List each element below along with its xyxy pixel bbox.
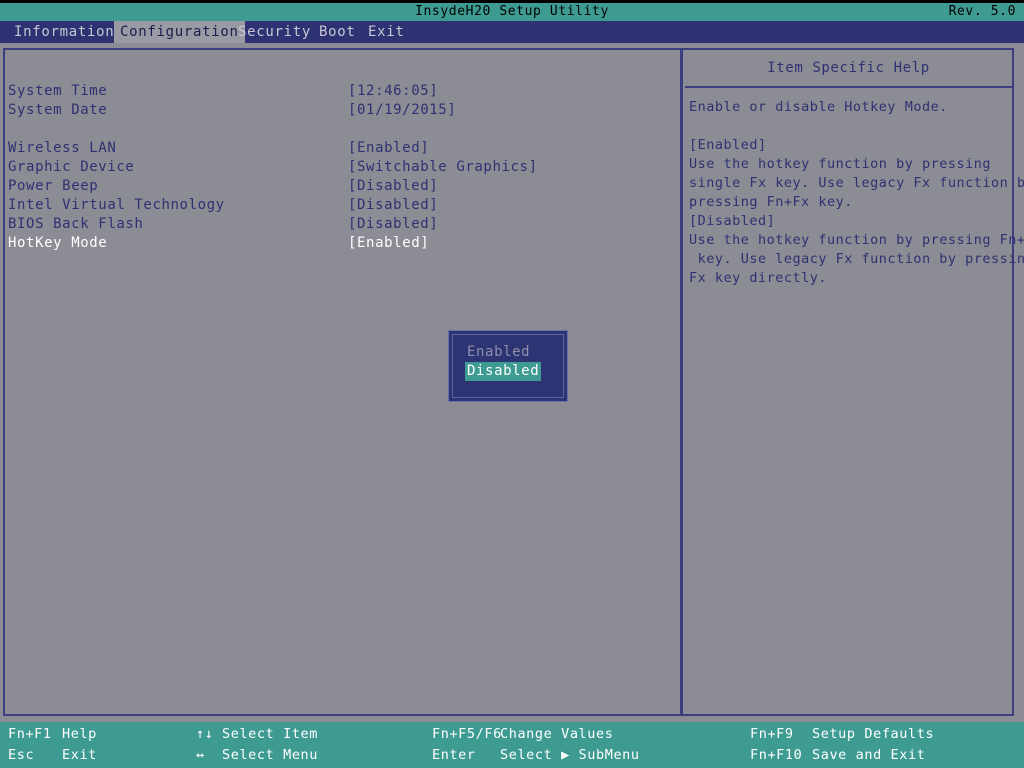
status-desc: Exit [62, 747, 97, 763]
menu-tab-configuration[interactable]: Configuration [114, 21, 245, 43]
help-pane-body: Enable or disable Hotkey Mode. [Enabled] U… [683, 88, 1024, 288]
setting-label: Graphic Device [8, 159, 135, 175]
setting-label: Wireless LAN [8, 140, 117, 156]
menu-tab-boot[interactable]: Boot [313, 21, 362, 43]
setting-label: HotKey Mode [8, 235, 108, 251]
setting-row[interactable]: BIOS Back Flash [Disabled] [8, 215, 676, 234]
status-desc: Select ▶ SubMenu [500, 747, 640, 763]
setting-row-spacer [8, 120, 676, 139]
status-key: Enter [432, 747, 476, 763]
dropdown-row[interactable]: Enabled [465, 341, 563, 360]
setting-label: Power Beep [8, 178, 99, 194]
help-pane-title: Item Specific Help [767, 60, 930, 76]
help-line: Enable or disable Hotkey Mode. [689, 99, 948, 115]
setting-label: System Date [8, 102, 108, 118]
setting-row[interactable]: HotKey Mode [Enabled] [8, 234, 676, 253]
item-specific-help-pane: Item Specific Help Enable or disable Hot… [683, 50, 1024, 288]
help-line: [Enabled] [689, 137, 767, 153]
help-line: Fx key directly. [689, 270, 828, 286]
setting-value[interactable]: [Disabled] [348, 215, 438, 234]
app-title: InsydeH20 Setup Utility [415, 4, 609, 19]
setting-label: Intel Virtual Technology [8, 197, 225, 213]
menu-tab-information[interactable]: Information [8, 21, 120, 43]
dropdown-inner-frame: Enabled Disabled [452, 334, 564, 398]
setting-row[interactable]: System Date [01/19/2015] [8, 101, 676, 120]
help-line [689, 117, 1010, 136]
setting-value[interactable]: [Disabled] [348, 177, 438, 196]
status-desc: Select Menu [222, 747, 319, 763]
status-key: ↔ [196, 747, 205, 763]
setting-value[interactable]: [Switchable Graphics] [348, 158, 538, 177]
setting-row[interactable]: Power Beep [Disabled] [8, 177, 676, 196]
setting-row[interactable]: Intel Virtual Technology [Disabled] [8, 196, 676, 215]
status-key: Fn+F1 [8, 726, 52, 742]
setting-value[interactable]: [Disabled] [348, 196, 438, 215]
setting-label: System Time [8, 83, 108, 99]
status-key: Fn+F5/F6 [432, 726, 502, 742]
setting-value[interactable]: [01/19/2015] [348, 101, 456, 120]
status-desc: Select Item [222, 726, 319, 742]
setting-row[interactable]: Wireless LAN [Enabled] [8, 139, 676, 158]
help-line: Use the hotkey function by pressing Fn+F… [689, 232, 1024, 248]
menu-bar: Information Configuration Security Boot Exit [0, 21, 1024, 43]
setting-value[interactable]: [12:46:05] [348, 82, 438, 101]
help-line: pressing Fn+Fx key. [689, 194, 853, 210]
setting-value[interactable]: [Enabled] [348, 139, 429, 158]
help-line: key. Use legacy Fx function by pressing [689, 251, 1024, 267]
setting-value[interactable]: [Enabled] [348, 234, 429, 253]
help-line: [Disabled] [689, 213, 776, 229]
bios-setup-screen: InsydeH20 Setup Utility Rev. 5.0 Informa… [0, 0, 1024, 768]
menu-tab-security[interactable]: Security [232, 21, 317, 43]
help-line: Use the hotkey function by pressing [689, 156, 991, 172]
status-desc: Setup Defaults [812, 726, 935, 742]
status-bar: Fn+F1 Help Esc Exit ↑↓ Select Item ↔ Select Men… [0, 722, 1024, 768]
status-key: Esc [8, 747, 35, 763]
dropdown-row[interactable]: Disabled [465, 360, 563, 381]
setting-row[interactable]: Graphic Device [Switchable Graphics] [8, 158, 676, 177]
status-key: Fn+F9 [750, 726, 794, 742]
help-line: single Fx key. Use legacy Fx function by [689, 175, 1024, 191]
settings-list: System Time [12:46:05] System Date [01/19/2… [8, 82, 676, 253]
status-key: ↑↓ [196, 726, 214, 742]
setting-label: BIOS Back Flash [8, 216, 144, 232]
status-desc: Save and Exit [812, 747, 926, 763]
status-desc: Change Values [500, 726, 614, 742]
setting-row[interactable]: System Time [12:46:05] [8, 82, 676, 101]
dropdown-option-disabled[interactable]: Disabled [465, 362, 542, 381]
menu-tab-exit[interactable]: Exit [362, 21, 411, 43]
revision-label: Rev. 5.0 [948, 4, 1016, 19]
status-key: Fn+F10 [750, 747, 803, 763]
hotkey-mode-dropdown[interactable]: Enabled Disabled [448, 330, 568, 402]
status-desc: Help [62, 726, 97, 742]
title-bar: InsydeH20 Setup Utility Rev. 5.0 [0, 3, 1024, 21]
